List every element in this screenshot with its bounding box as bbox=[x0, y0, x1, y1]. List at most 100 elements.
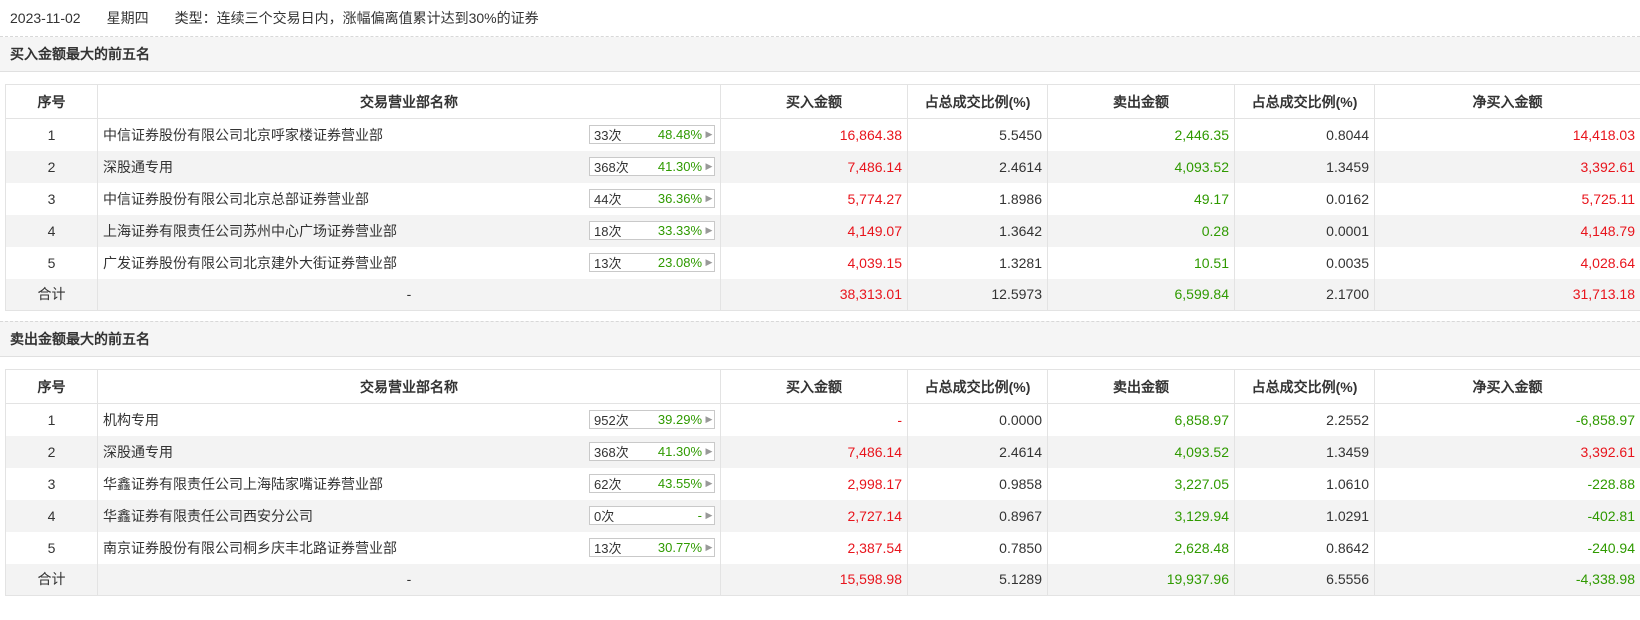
broker-cell: 机构专用 952次 39.29% ▶ bbox=[97, 403, 721, 436]
weekday: 星期四 bbox=[106, 10, 149, 26]
total-sell-ratio: 6.5556 bbox=[1234, 563, 1375, 596]
listing-stats-button[interactable]: 44次 36.36% ▶ bbox=[589, 188, 715, 208]
buy-amount: 7,486.14 bbox=[720, 435, 908, 468]
listing-stats-button[interactable]: 952次 39.29% ▶ bbox=[589, 410, 715, 429]
column-header: 序号 bbox=[5, 369, 98, 404]
net-buy-amount: 3,392.61 bbox=[1374, 150, 1640, 183]
broker-name[interactable]: 广发证券股份有限公司北京建外大街证券营业部 bbox=[103, 255, 397, 271]
listing-stats-button[interactable]: 13次 30.77% ▶ bbox=[589, 537, 715, 557]
total-sell-ratio: 2.1700 bbox=[1234, 278, 1375, 311]
total-net-buy-amount: 31,713.18 bbox=[1374, 278, 1640, 311]
buy-amount: 2,727.14 bbox=[720, 499, 908, 532]
column-header: 交易营业部名称 bbox=[97, 84, 721, 119]
listing-stats-button[interactable]: 368次 41.30% ▶ bbox=[589, 156, 715, 176]
broker-cell: 华鑫证券有限责任公司上海陆家嘴证券营业部 62次 43.55% ▶ bbox=[97, 467, 721, 500]
column-header: 占总成交比例(%) bbox=[907, 369, 1048, 404]
total-row: 合计 -15,598.98 5.1289 19,937.96 6.5556 -4,338.… bbox=[5, 563, 1640, 596]
listing-stats-button[interactable]: 18次 33.33% ▶ bbox=[589, 220, 715, 240]
info-bar: 2023-11-02 星期四 类型：连续三个交易日内，涨幅偏离值累计达到30%的… bbox=[0, 0, 1640, 37]
broker-name[interactable]: 上海证券有限责任公司苏州中心广场证券营业部 bbox=[103, 223, 397, 239]
listing-stats-button[interactable]: 62次 43.55% ▶ bbox=[589, 473, 715, 493]
sell-ratio: 1.0291 bbox=[1234, 499, 1375, 532]
listing-count: 0次 bbox=[594, 508, 615, 524]
sell-ratio: 1.3459 bbox=[1234, 435, 1375, 468]
listing-count: 368次 bbox=[594, 159, 629, 175]
table-header-row: 序号 交易营业部名称 买入金额 占总成交比例(%) 卖出金额 占总成交比例(%) 净买入金额 bbox=[5, 84, 1640, 119]
table-row: 4 上海证券有限责任公司苏州中心广场证券营业部 18次 33.33% ▶ 4,149.07… bbox=[5, 214, 1640, 247]
table-row: 1 机构专用 952次 39.29% ▶ -0.0000 6,858.97 2.2552 -6,… bbox=[5, 403, 1640, 436]
total-name-placeholder: - bbox=[97, 563, 721, 596]
net-buy-amount: -228.88 bbox=[1374, 467, 1640, 500]
caret-right-icon: ▶ bbox=[705, 414, 713, 424]
row-index: 3 bbox=[5, 467, 98, 500]
buy-amount: 5,774.27 bbox=[720, 182, 908, 215]
sell-top5-wrapper: 序号 交易营业部名称 买入金额 占总成交比例(%) 卖出金额 占总成交比例(%) 净买入金额… bbox=[0, 357, 1640, 596]
broker-cell: 南京证券股份有限公司桐乡庆丰北路证券营业部 13次 30.77% ▶ bbox=[97, 531, 721, 564]
win-rate: 23.08% bbox=[657, 254, 702, 270]
sell-amount: 2,446.35 bbox=[1047, 118, 1235, 151]
listing-count: 13次 bbox=[594, 540, 622, 556]
row-index: 5 bbox=[5, 531, 98, 564]
buy-amount: 7,486.14 bbox=[720, 150, 908, 183]
listing-stats-button[interactable]: 13次 23.08% ▶ bbox=[589, 252, 715, 272]
total-buy-amount: 38,313.01 bbox=[720, 278, 908, 311]
broker-cell: 华鑫证券有限责任公司西安分公司 0次 - ▶ bbox=[97, 499, 721, 532]
win-rate: 41.30% bbox=[657, 443, 702, 459]
buy-ratio: 0.9858 bbox=[907, 467, 1048, 500]
buy-amount: 4,039.15 bbox=[720, 246, 908, 279]
listing-count: 952次 bbox=[594, 413, 629, 428]
win-rate: 39.29% bbox=[657, 412, 702, 427]
sell-amount: 4,093.52 bbox=[1047, 150, 1235, 183]
column-header: 占总成交比例(%) bbox=[1234, 84, 1375, 119]
table-row: 1 中信证券股份有限公司北京呼家楼证券营业部 33次 48.48% ▶ 16,864.38… bbox=[5, 118, 1640, 151]
listing-stats-button[interactable]: 33次 48.48% ▶ bbox=[589, 125, 715, 144]
caret-right-icon: ▶ bbox=[705, 477, 713, 488]
broker-name[interactable]: 华鑫证券有限责任公司上海陆家嘴证券营业部 bbox=[103, 476, 383, 492]
sell-top5-table: 序号 交易营业部名称 买入金额 占总成交比例(%) 卖出金额 占总成交比例(%) 净买入金额… bbox=[5, 369, 1640, 596]
column-header: 净买入金额 bbox=[1374, 369, 1640, 404]
sell-amount: 4,093.52 bbox=[1047, 435, 1235, 468]
buy-amount: 16,864.38 bbox=[720, 118, 908, 151]
total-buy-ratio: 12.5973 bbox=[907, 278, 1048, 311]
broker-cell: 深股通专用 368次 41.30% ▶ bbox=[97, 150, 721, 183]
total-row: 合计 -38,313.01 12.5973 6,599.84 2.1700 31,713.… bbox=[5, 278, 1640, 311]
win-rate: 43.55% bbox=[657, 475, 702, 491]
sell-amount: 0.28 bbox=[1047, 214, 1235, 247]
net-buy-amount: -240.94 bbox=[1374, 531, 1640, 564]
net-buy-amount: 5,725.11 bbox=[1374, 182, 1640, 215]
sell-top5-title: 卖出金额最大的前五名 bbox=[0, 321, 1640, 357]
buy-ratio: 5.5450 bbox=[907, 118, 1048, 151]
buy-ratio: 0.7850 bbox=[907, 531, 1048, 564]
listing-stats-button[interactable]: 0次 - ▶ bbox=[589, 505, 715, 525]
broker-name[interactable]: 机构专用 bbox=[103, 412, 159, 428]
caret-right-icon: ▶ bbox=[705, 192, 713, 203]
total-label: 合计 bbox=[5, 563, 98, 596]
win-rate: 36.36% bbox=[657, 190, 702, 206]
sell-amount: 3,227.05 bbox=[1047, 467, 1235, 500]
broker-name[interactable]: 深股通专用 bbox=[103, 444, 173, 460]
broker-name[interactable]: 南京证券股份有限公司桐乡庆丰北路证券营业部 bbox=[103, 540, 397, 556]
table-row: 2 深股通专用 368次 41.30% ▶ 7,486.14 2.4614 4,093.52 1… bbox=[5, 150, 1640, 183]
broker-name[interactable]: 中信证券股份有限公司北京呼家楼证券营业部 bbox=[103, 127, 383, 143]
sell-amount: 2,628.48 bbox=[1047, 531, 1235, 564]
row-index: 4 bbox=[5, 214, 98, 247]
column-header: 卖出金额 bbox=[1047, 369, 1235, 404]
table-row: 2 深股通专用 368次 41.30% ▶ 7,486.14 2.4614 4,093.52 1… bbox=[5, 435, 1640, 468]
total-buy-ratio: 5.1289 bbox=[907, 563, 1048, 596]
table-row: 5 广发证券股份有限公司北京建外大街证券营业部 13次 23.08% ▶ 4,039.15… bbox=[5, 246, 1640, 279]
broker-name[interactable]: 中信证券股份有限公司北京总部证券营业部 bbox=[103, 191, 369, 207]
column-header: 占总成交比例(%) bbox=[1234, 369, 1375, 404]
total-sell-amount: 19,937.96 bbox=[1047, 563, 1235, 596]
column-header: 交易营业部名称 bbox=[97, 369, 721, 404]
listing-count: 44次 bbox=[594, 191, 622, 207]
total-name-placeholder: - bbox=[97, 278, 721, 311]
table-header-row: 序号 交易营业部名称 买入金额 占总成交比例(%) 卖出金额 占总成交比例(%) 净买入金额 bbox=[5, 369, 1640, 404]
net-buy-amount: 3,392.61 bbox=[1374, 435, 1640, 468]
win-rate: 48.48% bbox=[657, 127, 702, 142]
listing-stats-button[interactable]: 368次 41.30% ▶ bbox=[589, 441, 715, 461]
broker-name[interactable]: 华鑫证券有限责任公司西安分公司 bbox=[103, 508, 313, 524]
win-rate: 41.30% bbox=[657, 158, 702, 174]
broker-name[interactable]: 深股通专用 bbox=[103, 159, 173, 175]
row-index: 2 bbox=[5, 435, 98, 468]
table-row: 4 华鑫证券有限责任公司西安分公司 0次 - ▶ 2,727.14 0.8967 3,129.… bbox=[5, 499, 1640, 532]
